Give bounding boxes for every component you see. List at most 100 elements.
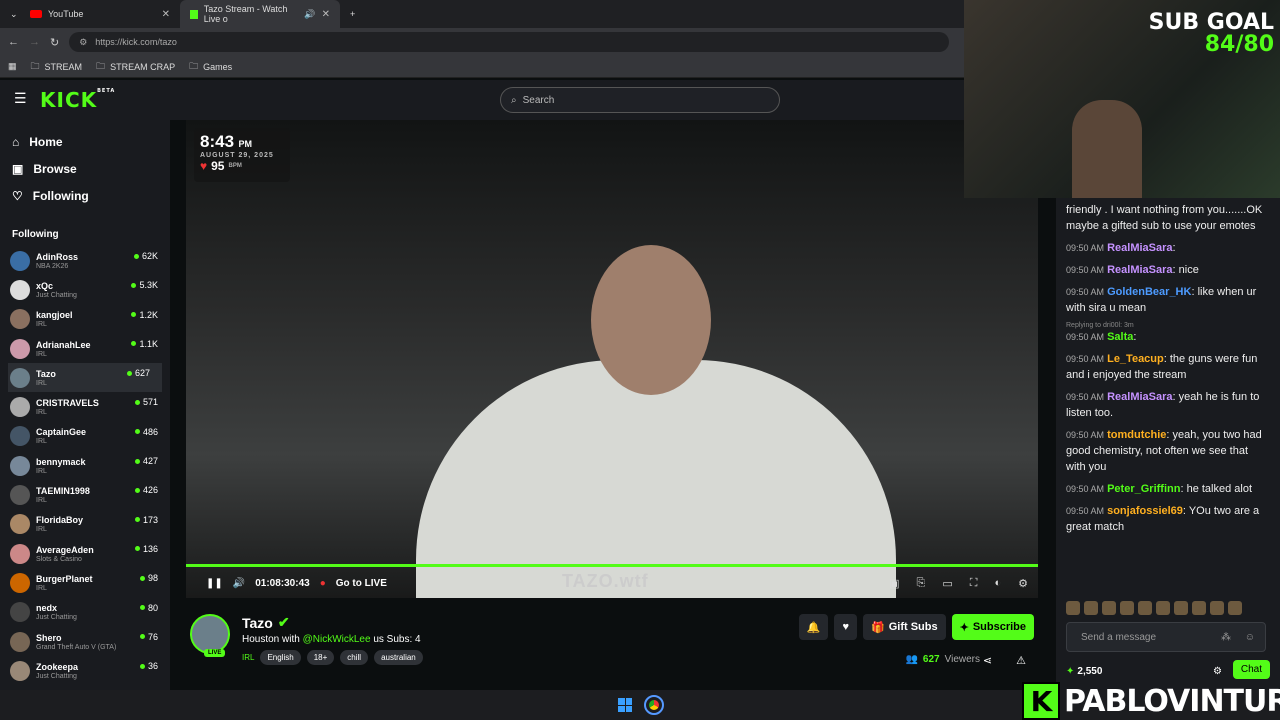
bookmark-folder[interactable]: 🗀 STREAM	[31, 59, 83, 75]
sidebar-channel[interactable]: TAEMIN1998 IRL 426	[0, 480, 170, 509]
bookmark-folder[interactable]: 🗀 STREAM CRAP	[96, 59, 175, 75]
back-icon[interactable]: ←	[8, 36, 19, 48]
channel-category: Slots & Casino	[36, 555, 82, 563]
sidebar-channel[interactable]: CaptainGee IRL 486	[0, 422, 170, 451]
bookmark-folder[interactable]: 🗀 Games	[189, 59, 232, 75]
emote-icon[interactable]	[1228, 601, 1242, 615]
progress-bar[interactable]	[186, 564, 1038, 567]
chat-username[interactable]: RealMiaSara	[1107, 242, 1172, 254]
search-icon: ⌕	[511, 94, 517, 106]
pause-icon[interactable]: ❚❚	[206, 578, 223, 589]
emote-icon[interactable]	[1138, 601, 1152, 615]
emote-icon[interactable]	[1192, 601, 1206, 615]
emote-icon[interactable]	[1210, 601, 1224, 615]
fullscreen-icon[interactable]: ⛶	[970, 577, 978, 590]
tag[interactable]: australian	[374, 650, 423, 665]
live-dot-icon	[134, 517, 140, 523]
channel-category: Just Chatting	[36, 672, 77, 680]
tab-list-icon[interactable]: ⌄	[0, 0, 20, 28]
emote-icon[interactable]	[1156, 601, 1170, 615]
emoji-icon[interactable]: ☺	[1245, 632, 1255, 643]
chrome-icon[interactable]	[644, 695, 664, 715]
points-icon: ✦	[1066, 665, 1075, 677]
emote-icon[interactable]	[1084, 601, 1098, 615]
close-icon[interactable]: ✕	[162, 9, 170, 20]
translate-icon[interactable]: ⁂	[1221, 632, 1231, 643]
sidebar-channel[interactable]: xQc Just Chatting 5.3K	[0, 275, 170, 304]
settings-icon[interactable]: ⚙	[1018, 577, 1028, 590]
emote-icon[interactable]	[1120, 601, 1134, 615]
report-icon[interactable]: ⚠	[1016, 654, 1026, 667]
viewer-count-text: 76	[147, 631, 158, 642]
sidebar-channel[interactable]: AdinRoss NBA 2K26 62K	[0, 246, 170, 275]
site-info-icon[interactable]: ⚙	[79, 37, 87, 48]
url-field[interactable]: ⚙ https://kick.com/tazo	[69, 32, 950, 52]
chat-settings-icon[interactable]: ⚙	[1213, 666, 1222, 677]
search-input[interactable]: ⌕ Search	[500, 87, 780, 113]
chat-username[interactable]: Peter_Griffinn	[1107, 483, 1180, 495]
close-icon[interactable]: ✕	[322, 9, 330, 20]
volume-icon[interactable]: 🔊	[233, 578, 245, 589]
chat-username[interactable]: RealMiaSara	[1107, 391, 1172, 403]
reload-icon[interactable]: ↻	[50, 36, 59, 49]
tag[interactable]: English	[260, 650, 301, 665]
windows-start-icon[interactable]	[618, 698, 632, 712]
sidebar-channel[interactable]: Tazo IRL 627	[8, 363, 162, 393]
new-tab-button[interactable]: +	[340, 0, 365, 28]
gift-subs-button[interactable]: 🎁 Gift Subs	[863, 614, 946, 640]
speed-icon[interactable]: ◐	[994, 577, 1001, 590]
tab-kick[interactable]: Tazo Stream - Watch Live o 🔊 ✕	[180, 0, 340, 28]
emote-icon[interactable]	[1066, 601, 1080, 615]
chat-username[interactable]: tomdutchie	[1107, 429, 1166, 441]
notify-button[interactable]: 🔔	[798, 614, 829, 640]
emote-icon[interactable]	[1102, 601, 1116, 615]
video-player[interactable]: 8:43 PM AUGUST 29, 2025 ♥ 95 BPM TAZO.wtf …	[186, 120, 1038, 598]
nav-browse[interactable]: ▣ Browse	[0, 155, 170, 182]
chat-send-button[interactable]: Chat	[1232, 660, 1270, 679]
gift-icon: 🎁	[871, 621, 885, 634]
sidebar-channel[interactable]: nedx Just Chatting 80	[0, 598, 170, 627]
clip-icon[interactable]: ⎘	[917, 577, 926, 590]
streamer-name[interactable]: Tazo ✔	[242, 614, 290, 631]
nav-home[interactable]: ⌂ Home	[0, 128, 170, 155]
channel-category: IRL	[36, 438, 47, 446]
chat-username[interactable]: sonjafossiel69	[1107, 505, 1183, 517]
tag[interactable]: chill	[340, 650, 369, 665]
sidebar-channel[interactable]: AverageAden Slots & Casino 136	[0, 539, 170, 568]
sidebar-channel[interactable]: kangjoel IRL 1.2K	[0, 305, 170, 334]
sidebar-channel[interactable]: AdrianahLee IRL 1.1K	[0, 334, 170, 363]
chat-username[interactable]: GoldenBear_HK	[1107, 286, 1191, 298]
menu-icon[interactable]: ☰	[14, 90, 27, 107]
follow-button[interactable]: ♥	[834, 614, 857, 640]
kick-logo[interactable]: KICKBETA	[40, 88, 115, 112]
live-dot-icon	[139, 634, 145, 640]
chat-input[interactable]: Send a message ⁂ ☺	[1066, 622, 1266, 652]
apps-icon[interactable]: ▦	[8, 61, 17, 72]
chat-username[interactable]: Le_Teacup	[1107, 353, 1164, 365]
tab-youtube[interactable]: YouTube ✕	[20, 0, 180, 28]
sidebar-channel[interactable]: Shero Grand Theft Auto V (GTA) 76	[0, 627, 170, 656]
subscribe-button[interactable]: ✦ Subscribe	[951, 614, 1034, 640]
title-mention[interactable]: @NickWickLee	[303, 634, 371, 645]
viewer-count-text: 571	[142, 397, 158, 408]
nav-following[interactable]: ♡ Following	[0, 182, 170, 209]
forward-icon[interactable]: →	[29, 36, 40, 48]
emote-icon[interactable]	[1174, 601, 1188, 615]
sidebar-channel[interactable]: FloridaBoy IRL 173	[0, 510, 170, 539]
sidebar-channel[interactable]: bennymack IRL 427	[0, 451, 170, 480]
theater-icon[interactable]: ▭	[942, 577, 952, 590]
viewer-count-text: 36	[147, 661, 158, 672]
sidebar-channel[interactable]: CRISTRAVELS IRL 571	[0, 392, 170, 421]
share-icon[interactable]: ⋖	[983, 654, 992, 667]
category-link[interactable]: IRL	[242, 653, 254, 662]
speaker-icon[interactable]: 🔊	[304, 9, 315, 20]
chat-username[interactable]: Salta	[1107, 331, 1133, 343]
sidebar-channel[interactable]: BurgerPlanet IRL 98	[0, 568, 170, 597]
chat-username[interactable]: RealMiaSara	[1107, 264, 1172, 276]
sidebar-channel[interactable]: Zookeepa Just Chatting 36	[0, 656, 170, 685]
tag[interactable]: 18+	[306, 650, 335, 665]
miniplayer-icon[interactable]: ▣	[889, 577, 899, 590]
go-live-button[interactable]: Go to LIVE	[336, 578, 387, 589]
streamer-avatar[interactable]: LIVE	[190, 614, 230, 657]
bookmark-label: Games	[203, 61, 233, 72]
